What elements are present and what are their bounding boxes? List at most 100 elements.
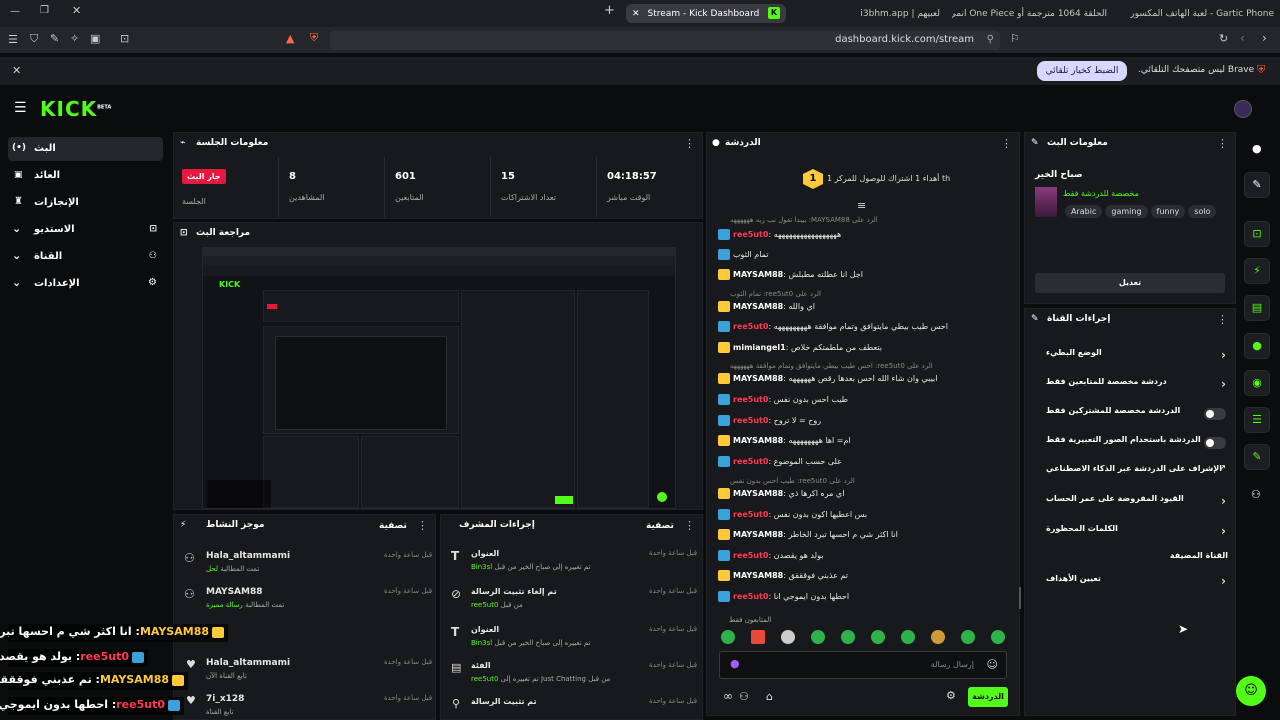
chat-settings-icon[interactable]: ⚙ [946, 689, 956, 702]
chat-message[interactable]: mimiangel1: بتعطف من ملطمتكم خلاص [718, 342, 1008, 353]
support-chat-button[interactable]: ☺ [1236, 676, 1266, 706]
tab-kick-dashboard[interactable]: ✕ Stream - Kick Dashboard K [626, 4, 786, 23]
chat-username[interactable]: MAYSAM88 [733, 374, 783, 383]
chat-username[interactable]: MAYSAM88 [733, 571, 783, 580]
chat-input[interactable]: ☺ إرسال رسالة ● [719, 651, 1007, 679]
chat-username[interactable]: ree5ut0 [733, 592, 768, 601]
emote-only-toggle[interactable] [1204, 437, 1226, 449]
action-subscribers-only[interactable]: الدردشة مخصصة للمشتركين فقط [1030, 406, 1226, 424]
set-default-button[interactable]: الضبط كخيار تلقائي [1037, 61, 1127, 81]
chat-username[interactable]: ree5ut0 [733, 457, 768, 466]
emote-icon[interactable] [781, 630, 795, 644]
chat-message[interactable]: MAYSAM88: انا اكثر شي م احسها تبرد الخاط… [718, 529, 1008, 540]
action-set-goals[interactable]: تعيين الأهداف › [1030, 574, 1226, 592]
more-options-icon[interactable]: ⋮ [684, 519, 695, 532]
emote-icon[interactable] [991, 630, 1005, 644]
reload-icon[interactable]: ↻ [1219, 32, 1228, 45]
rail-screen-icon[interactable]: ⊡ [1244, 221, 1270, 247]
pinned-message[interactable]: 1 أهداء 1 اشتراك للوصول للمركز 1 th [797, 169, 950, 191]
wallet-icon[interactable]: ✧ [70, 32, 79, 45]
sidebar-item-channel[interactable]: ⌄ القناة ⚇ [8, 245, 163, 269]
bookmark-icon[interactable]: ⚐ [1010, 32, 1020, 45]
more-options-icon[interactable]: ⋮ [684, 137, 695, 150]
chat-username[interactable]: ree5ut0 [733, 230, 768, 239]
chat-message[interactable]: MAYSAM88: تم عذبني فوقققق [718, 570, 1008, 581]
chat-message[interactable]: ree5ut0: على حسب الموضوع [718, 456, 1008, 467]
sidebar-toggle-icon[interactable]: ▣ [90, 32, 100, 45]
store-icon[interactable]: ⌂ [766, 690, 773, 703]
emote-icon[interactable] [841, 630, 855, 644]
chat-message[interactable]: تمام الثوب [718, 249, 1008, 260]
back-icon[interactable]: › [1262, 31, 1267, 45]
chat-username[interactable]: ree5ut0 [733, 322, 768, 331]
sidebar-item-studio[interactable]: ⌄ الاستديو ⊡ [8, 218, 163, 242]
emote-icon[interactable] [931, 630, 945, 644]
extensions-icon[interactable]: ✎ [50, 32, 59, 45]
chat-username[interactable]: mimiangel1 [733, 343, 786, 352]
emote-icon[interactable] [901, 630, 915, 644]
chat-username[interactable]: MAYSAM88 [733, 270, 783, 279]
restore-icon[interactable]: ❐ [40, 5, 49, 16]
rail-chat-icon[interactable]: ● [1244, 333, 1270, 359]
rail-broadcast-icon[interactable]: ◉ [1244, 370, 1270, 396]
more-options-icon[interactable]: ⋮ [1217, 313, 1228, 326]
collapse-pinned-icon[interactable]: ≡ [857, 199, 866, 212]
screenshot-icon[interactable]: ⊡ [120, 32, 129, 45]
avatar[interactable] [1234, 100, 1252, 118]
chat-scrollbar[interactable] [1019, 587, 1021, 609]
filter-button[interactable]: تصفية [379, 521, 407, 531]
chat-send-button[interactable]: الدردشة [968, 687, 1008, 707]
emote-icon[interactable] [721, 630, 735, 644]
filter-button[interactable]: تصفية [646, 521, 674, 531]
brave-shield-icon[interactable]: ⛨ [310, 31, 318, 45]
shield-icon[interactable]: ⛉ [30, 32, 38, 46]
rail-notes-icon[interactable]: ▤ [1244, 295, 1270, 321]
new-tab-icon[interactable]: + [604, 3, 615, 18]
action-slow-mode[interactable]: الوضع البطيء › [1030, 348, 1226, 366]
sidebar-item-achievements[interactable]: ♜ الإنجازات [8, 191, 163, 215]
kick-logo[interactable]: KICKBETA [40, 97, 111, 121]
more-options-icon[interactable]: ⋮ [1001, 137, 1012, 150]
rail-wrench-icon[interactable]: ✎ [1244, 444, 1270, 470]
tag[interactable]: funny [1150, 205, 1186, 218]
sidebar-item-stream[interactable]: (•) البث [8, 137, 163, 161]
chat-message[interactable]: MAYSAM88: ام= اها ههههههههه [718, 435, 1008, 446]
rail-edit-icon[interactable]: ✎ [1244, 172, 1270, 198]
chat-message[interactable]: MAYSAM88: اي والله [718, 301, 1008, 312]
emoji-picker-icon[interactable]: ☺ [987, 658, 998, 671]
emote-icon[interactable] [871, 630, 885, 644]
site-settings-icon[interactable]: ⚲ [987, 34, 994, 45]
close-window-icon[interactable]: ✕ [72, 4, 81, 17]
chat-username[interactable]: MAYSAM88 [733, 436, 783, 445]
tab-one-piece[interactable]: انمي One Piece الحلقة 1064 مترجمة أو [952, 4, 1107, 23]
stream-preview-video[interactable]: KICK [202, 247, 676, 509]
community-icon[interactable]: ⚇ [739, 690, 749, 703]
chat-message[interactable]: MAYSAM88: اجل انا عطلته مطبلش [718, 269, 1008, 280]
chat-message[interactable]: MAYSAM88: اي مره اكرها ذي [718, 488, 1008, 499]
close-infobar-icon[interactable]: ✕ [12, 64, 21, 77]
brave-rewards-icon[interactable]: ▲ [286, 32, 294, 45]
rail-community-icon[interactable]: ⚇ [1251, 488, 1261, 501]
rail-list-icon[interactable]: ☰ [1244, 407, 1270, 433]
infinity-icon[interactable]: ∞ [723, 689, 733, 703]
more-options-icon[interactable]: ⋮ [1217, 137, 1228, 150]
stream-category[interactable]: مخصصة للدردشة فقط [1063, 189, 1139, 198]
action-ai-moderation[interactable]: الإشراف على الدردشة عبر الذكاء الاصطناعي… [1030, 464, 1226, 482]
chat-username[interactable]: ree5ut0 [733, 551, 768, 560]
sidebar-item-revenue[interactable]: ▣ العائد [8, 164, 163, 188]
subscribers-only-toggle[interactable] [1204, 408, 1226, 420]
tab-i3bhm[interactable]: i3bhm.app | لعبيهم [800, 4, 940, 23]
chat-message[interactable]: ree5ut0: بولد هو يقصدن [718, 550, 1008, 561]
chat-username[interactable]: ree5ut0 [733, 510, 768, 519]
chat-username[interactable]: MAYSAM88 [733, 489, 783, 498]
action-banned-words[interactable]: الكلمات المحظورة › [1030, 524, 1226, 542]
tab-close-icon[interactable]: ✕ [632, 9, 640, 19]
microphone-icon[interactable]: ● [730, 657, 740, 670]
tag[interactable]: solo [1188, 205, 1217, 218]
menu-icon[interactable]: ☰ [8, 33, 18, 46]
chat-message[interactable]: ree5ut0: احطها بدون ايموجي انا [718, 591, 1008, 602]
action-emote-only[interactable]: الدردشة باستخدام الصور التعبيرية فقط [1030, 435, 1226, 453]
hamburger-icon[interactable]: ☰ [14, 100, 27, 116]
action-followers-only[interactable]: دردشة مخصصة للمتابعين فقط › [1030, 377, 1226, 395]
chat-message[interactable]: ree5ut0: احس طيب بيطي مايتوافق وتمام موا… [718, 321, 1008, 332]
